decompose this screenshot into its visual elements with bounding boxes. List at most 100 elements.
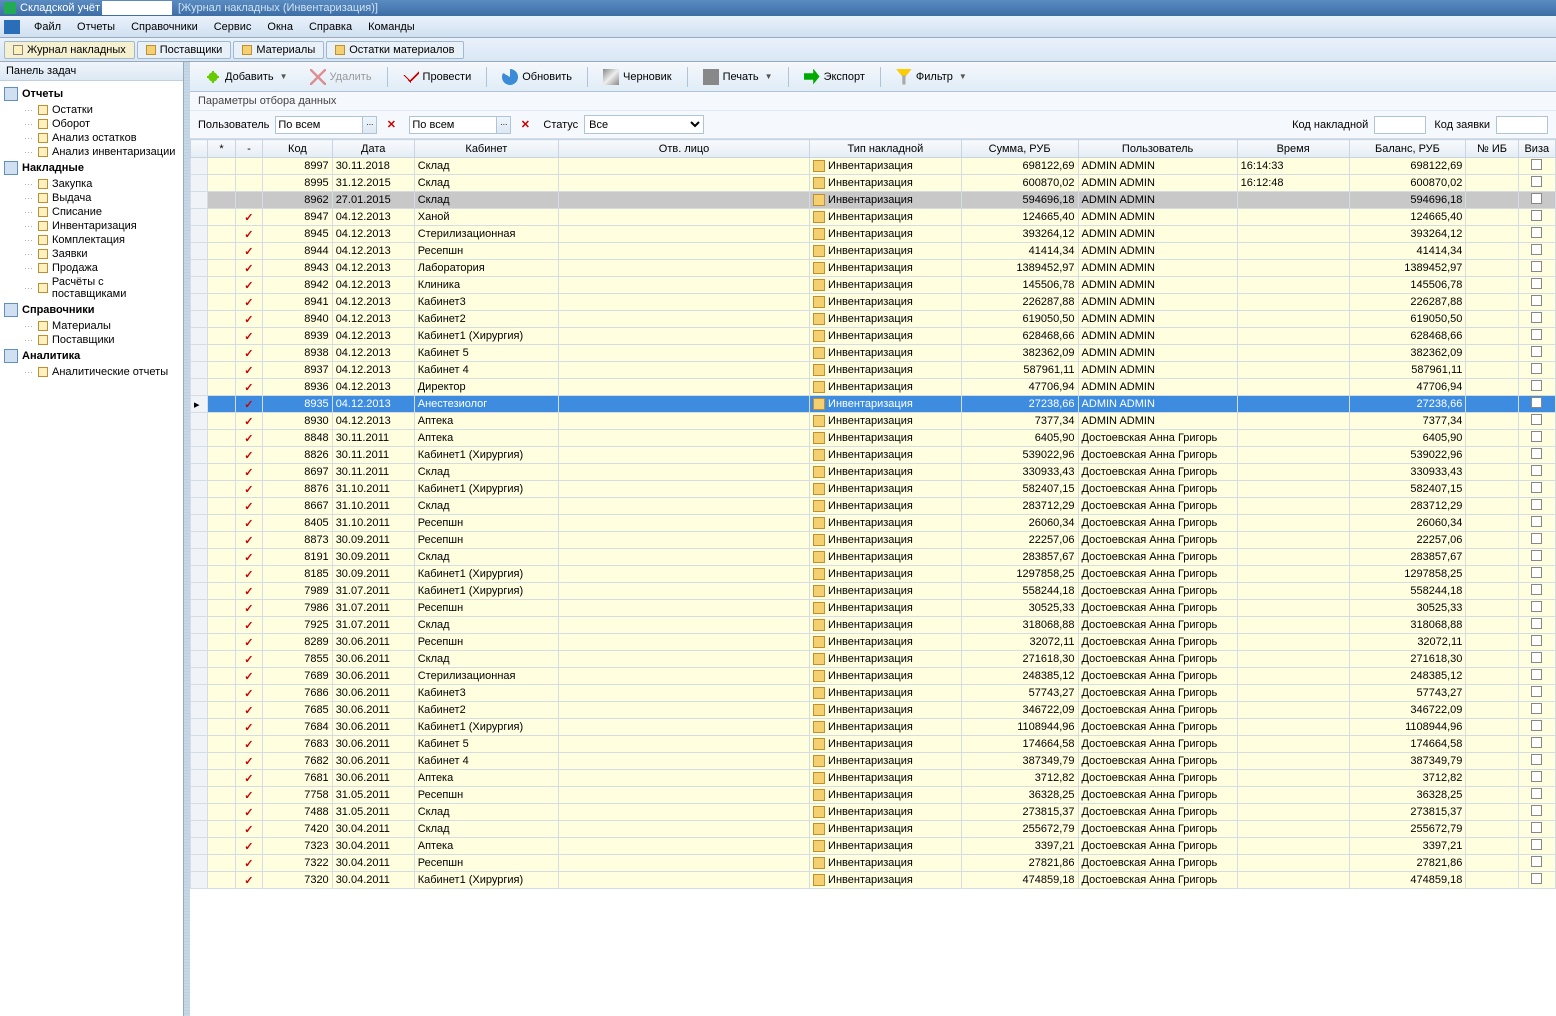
table-row[interactable]: ✓894204.12.2013КлиникаИнвентаризация1455…: [191, 277, 1556, 294]
sidebar-group[interactable]: Накладные: [0, 159, 183, 177]
cell-visa[interactable]: [1518, 702, 1555, 719]
table-row[interactable]: ✓884830.11.2011АптекаИнвентаризация6405,…: [191, 430, 1556, 447]
chevron-down-icon[interactable]: ⋯: [363, 116, 377, 134]
table-row[interactable]: ✓882630.11.2011Кабинет1 (Хирургия)Инвент…: [191, 447, 1556, 464]
menu-file[interactable]: Файл: [26, 21, 69, 33]
tab-materials[interactable]: Материалы: [233, 41, 324, 59]
sidebar-item[interactable]: ⋯Поставщики: [0, 333, 183, 347]
checkbox-icon[interactable]: [1531, 737, 1542, 748]
clear-user-filter[interactable]: ✕: [383, 117, 399, 133]
column-header[interactable]: Дата: [332, 140, 414, 158]
cell-visa[interactable]: [1518, 226, 1555, 243]
cell-visa[interactable]: [1518, 736, 1555, 753]
checkbox-icon[interactable]: [1531, 601, 1542, 612]
checkbox-icon[interactable]: [1531, 261, 1542, 272]
column-header[interactable]: Код: [263, 140, 333, 158]
table-row[interactable]: ✓768330.06.2011Кабинет 5Инвентаризация17…: [191, 736, 1556, 753]
table-row[interactable]: 896227.01.2015СкладИнвентаризация594696,…: [191, 192, 1556, 209]
tab-journal[interactable]: Журнал накладных: [4, 41, 135, 59]
sidebar-item[interactable]: ⋯Остатки: [0, 103, 183, 117]
second-filter-combo[interactable]: ⋯: [409, 116, 511, 134]
checkbox-icon[interactable]: [1531, 839, 1542, 850]
table-row[interactable]: ✓893904.12.2013Кабинет1 (Хирургия)Инвент…: [191, 328, 1556, 345]
data-grid[interactable]: *-КодДатаКабинетОтв. лицоТип накладнойСу…: [190, 139, 1556, 1016]
sidebar-group[interactable]: Справочники: [0, 301, 183, 319]
checkbox-icon[interactable]: [1531, 499, 1542, 510]
cell-visa[interactable]: [1518, 515, 1555, 532]
cell-visa[interactable]: [1518, 804, 1555, 821]
sidebar-item[interactable]: ⋯Материалы: [0, 319, 183, 333]
checkbox-icon[interactable]: [1531, 856, 1542, 867]
checkbox-icon[interactable]: [1531, 703, 1542, 714]
sidebar-item[interactable]: ⋯Расчёты с поставщиками: [0, 275, 183, 301]
sidebar-item[interactable]: ⋯Списание: [0, 205, 183, 219]
cell-visa[interactable]: [1518, 617, 1555, 634]
sidebar-item[interactable]: ⋯Аналитические отчеты: [0, 365, 183, 379]
table-row[interactable]: 899531.12.2015СкладИнвентаризация600870,…: [191, 175, 1556, 192]
checkbox-icon[interactable]: [1531, 788, 1542, 799]
checkbox-icon[interactable]: [1531, 397, 1542, 408]
cell-visa[interactable]: [1518, 651, 1555, 668]
cell-visa[interactable]: [1518, 396, 1555, 413]
cell-visa[interactable]: [1518, 328, 1555, 345]
checkbox-icon[interactable]: [1531, 414, 1542, 425]
sidebar-group[interactable]: Отчеты: [0, 85, 183, 103]
table-row[interactable]: ✓798631.07.2011РесепшнИнвентаризация3052…: [191, 600, 1556, 617]
checkbox-icon[interactable]: [1531, 176, 1542, 187]
checkbox-icon[interactable]: [1531, 754, 1542, 765]
table-row[interactable]: ✓840531.10.2011РесепшнИнвентаризация2606…: [191, 515, 1556, 532]
checkbox-icon[interactable]: [1531, 295, 1542, 306]
filter-button[interactable]: Фильтр▼: [887, 65, 976, 89]
table-row[interactable]: ✓893804.12.2013Кабинет 5Инвентаризация38…: [191, 345, 1556, 362]
table-row[interactable]: ✓894304.12.2013ЛабораторияИнвентаризация…: [191, 260, 1556, 277]
cell-visa[interactable]: [1518, 566, 1555, 583]
sidebar-group[interactable]: Аналитика: [0, 347, 183, 365]
table-row[interactable]: 899730.11.2018СкладИнвентаризация698122,…: [191, 158, 1556, 175]
cell-visa[interactable]: [1518, 753, 1555, 770]
cell-visa[interactable]: [1518, 294, 1555, 311]
cell-visa[interactable]: [1518, 464, 1555, 481]
checkbox-icon[interactable]: [1531, 550, 1542, 561]
column-header[interactable]: Время: [1237, 140, 1349, 158]
checkbox-icon[interactable]: [1531, 244, 1542, 255]
checkbox-icon[interactable]: [1531, 227, 1542, 238]
table-row[interactable]: ✓819130.09.2011СкладИнвентаризация283857…: [191, 549, 1556, 566]
status-filter-select[interactable]: Все: [584, 115, 704, 134]
menu-service[interactable]: Сервис: [206, 21, 260, 33]
cell-visa[interactable]: [1518, 243, 1555, 260]
column-header[interactable]: Пользователь: [1078, 140, 1237, 158]
cell-visa[interactable]: [1518, 855, 1555, 872]
column-header[interactable]: Тип накладной: [810, 140, 962, 158]
checkbox-icon[interactable]: [1531, 618, 1542, 629]
sidebar-item[interactable]: ⋯Анализ остатков: [0, 131, 183, 145]
checkbox-icon[interactable]: [1531, 363, 1542, 374]
cell-visa[interactable]: [1518, 192, 1555, 209]
cell-visa[interactable]: [1518, 668, 1555, 685]
table-row[interactable]: ✓893004.12.2013АптекаИнвентаризация7377,…: [191, 413, 1556, 430]
cell-visa[interactable]: [1518, 600, 1555, 617]
cell-visa[interactable]: [1518, 413, 1555, 430]
second-filter-input[interactable]: [409, 116, 497, 134]
cell-visa[interactable]: [1518, 362, 1555, 379]
checkbox-icon[interactable]: [1531, 312, 1542, 323]
menu-commands[interactable]: Команды: [360, 21, 423, 33]
table-row[interactable]: ✓869730.11.2011СкладИнвентаризация330933…: [191, 464, 1556, 481]
table-row[interactable]: ✓768230.06.2011Кабинет 4Инвентаризация38…: [191, 753, 1556, 770]
sidebar-item[interactable]: ⋯Продажа: [0, 261, 183, 275]
sidebar-item[interactable]: ⋯Закупка: [0, 177, 183, 191]
table-row[interactable]: ✓748831.05.2011СкладИнвентаризация273815…: [191, 804, 1556, 821]
clear-second-filter[interactable]: ✕: [517, 117, 533, 133]
column-header[interactable]: № ИБ: [1466, 140, 1518, 158]
checkbox-icon[interactable]: [1531, 431, 1542, 442]
table-row[interactable]: ✓887330.09.2011РесепшнИнвентаризация2225…: [191, 532, 1556, 549]
checkbox-icon[interactable]: [1531, 584, 1542, 595]
table-row[interactable]: ✓768930.06.2011СтерилизационнаяИнвентари…: [191, 668, 1556, 685]
checkbox-icon[interactable]: [1531, 448, 1542, 459]
table-row[interactable]: ✓785530.06.2011СкладИнвентаризация271618…: [191, 651, 1556, 668]
checkbox-icon[interactable]: [1531, 210, 1542, 221]
refresh-button[interactable]: Обновить: [493, 65, 581, 89]
invoice-code-input[interactable]: [1374, 116, 1426, 134]
checkbox-icon[interactable]: [1531, 686, 1542, 697]
tab-suppliers[interactable]: Поставщики: [137, 41, 232, 59]
request-code-input[interactable]: [1496, 116, 1548, 134]
